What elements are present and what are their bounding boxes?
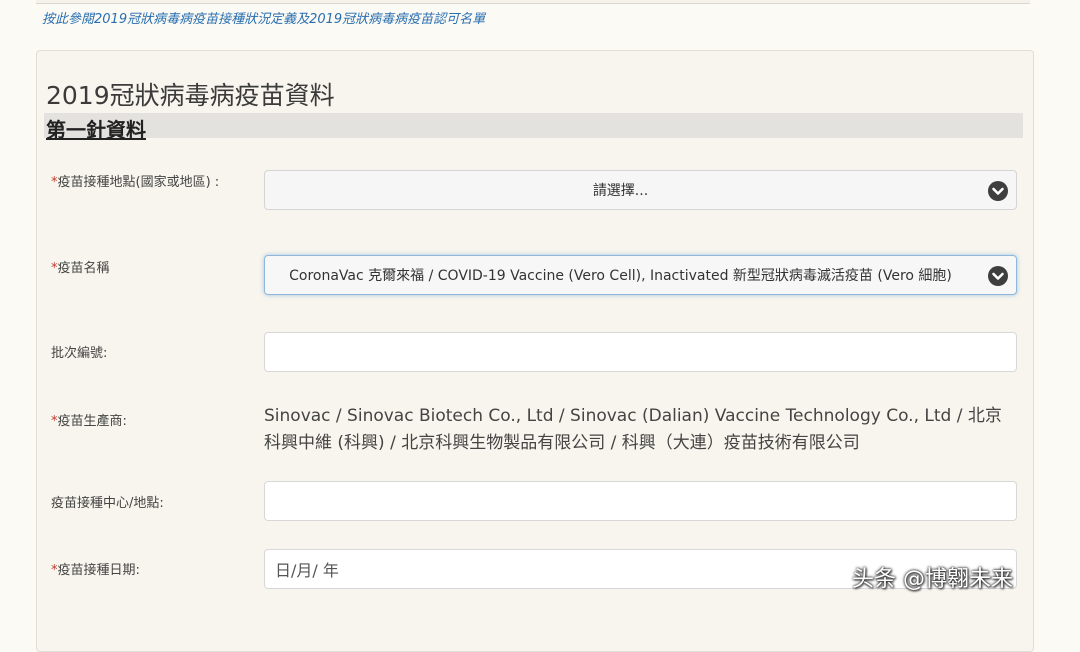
batch-number-input[interactable]	[264, 332, 1017, 372]
location-label: *疫苗接種地點(國家或地區) :	[51, 171, 219, 190]
location-select-value: 請選擇...	[592, 183, 649, 199]
center-label: 疫苗接種中心/地點:	[51, 496, 164, 511]
vaccine-name-select-value: CoronaVac 克爾來福 / COVID-19 Vaccine (Vero …	[289, 268, 952, 284]
vaccine-name-label: *疫苗名稱	[51, 257, 110, 276]
page-title: 2019冠狀病毒病疫苗資料	[46, 81, 335, 110]
location-select[interactable]: 請選擇...	[264, 170, 1017, 210]
location-label-text: 疫苗接種地點(國家或地區) :	[57, 175, 220, 190]
vaccination-center-input[interactable]	[264, 481, 1017, 521]
previous-section-edge	[36, 0, 1030, 4]
manufacturer-label: *疫苗生產商:	[51, 410, 127, 429]
date-placeholder: 日/月/ 年	[275, 561, 339, 580]
date-label: *疫苗接種日期:	[51, 559, 140, 578]
vaccine-name-select[interactable]: CoronaVac 克爾來福 / COVID-19 Vaccine (Vero …	[264, 255, 1017, 295]
vaccine-name-label-text: 疫苗名稱	[57, 261, 110, 276]
watermark: 头条 @博翱未来	[852, 567, 1013, 592]
manufacturer-label-text: 疫苗生產商:	[57, 414, 127, 429]
manufacturer-value: Sinovac / Sinovac Biotech Co., Ltd / Sin…	[264, 406, 1002, 453]
chevron-down-icon	[988, 181, 1008, 201]
batch-label: 批次編號:	[51, 346, 108, 361]
chevron-down-icon	[988, 266, 1008, 286]
vaccine-definition-link[interactable]: 按此參閱2019冠狀病毒病疫苗接種狀況定義及2019冠狀病毒病疫苗認可名單	[42, 8, 485, 27]
date-label-text: 疫苗接種日期:	[57, 563, 140, 578]
subheader-bar	[44, 113, 1023, 138]
first-dose-subheader: 第一針資料	[46, 118, 146, 142]
